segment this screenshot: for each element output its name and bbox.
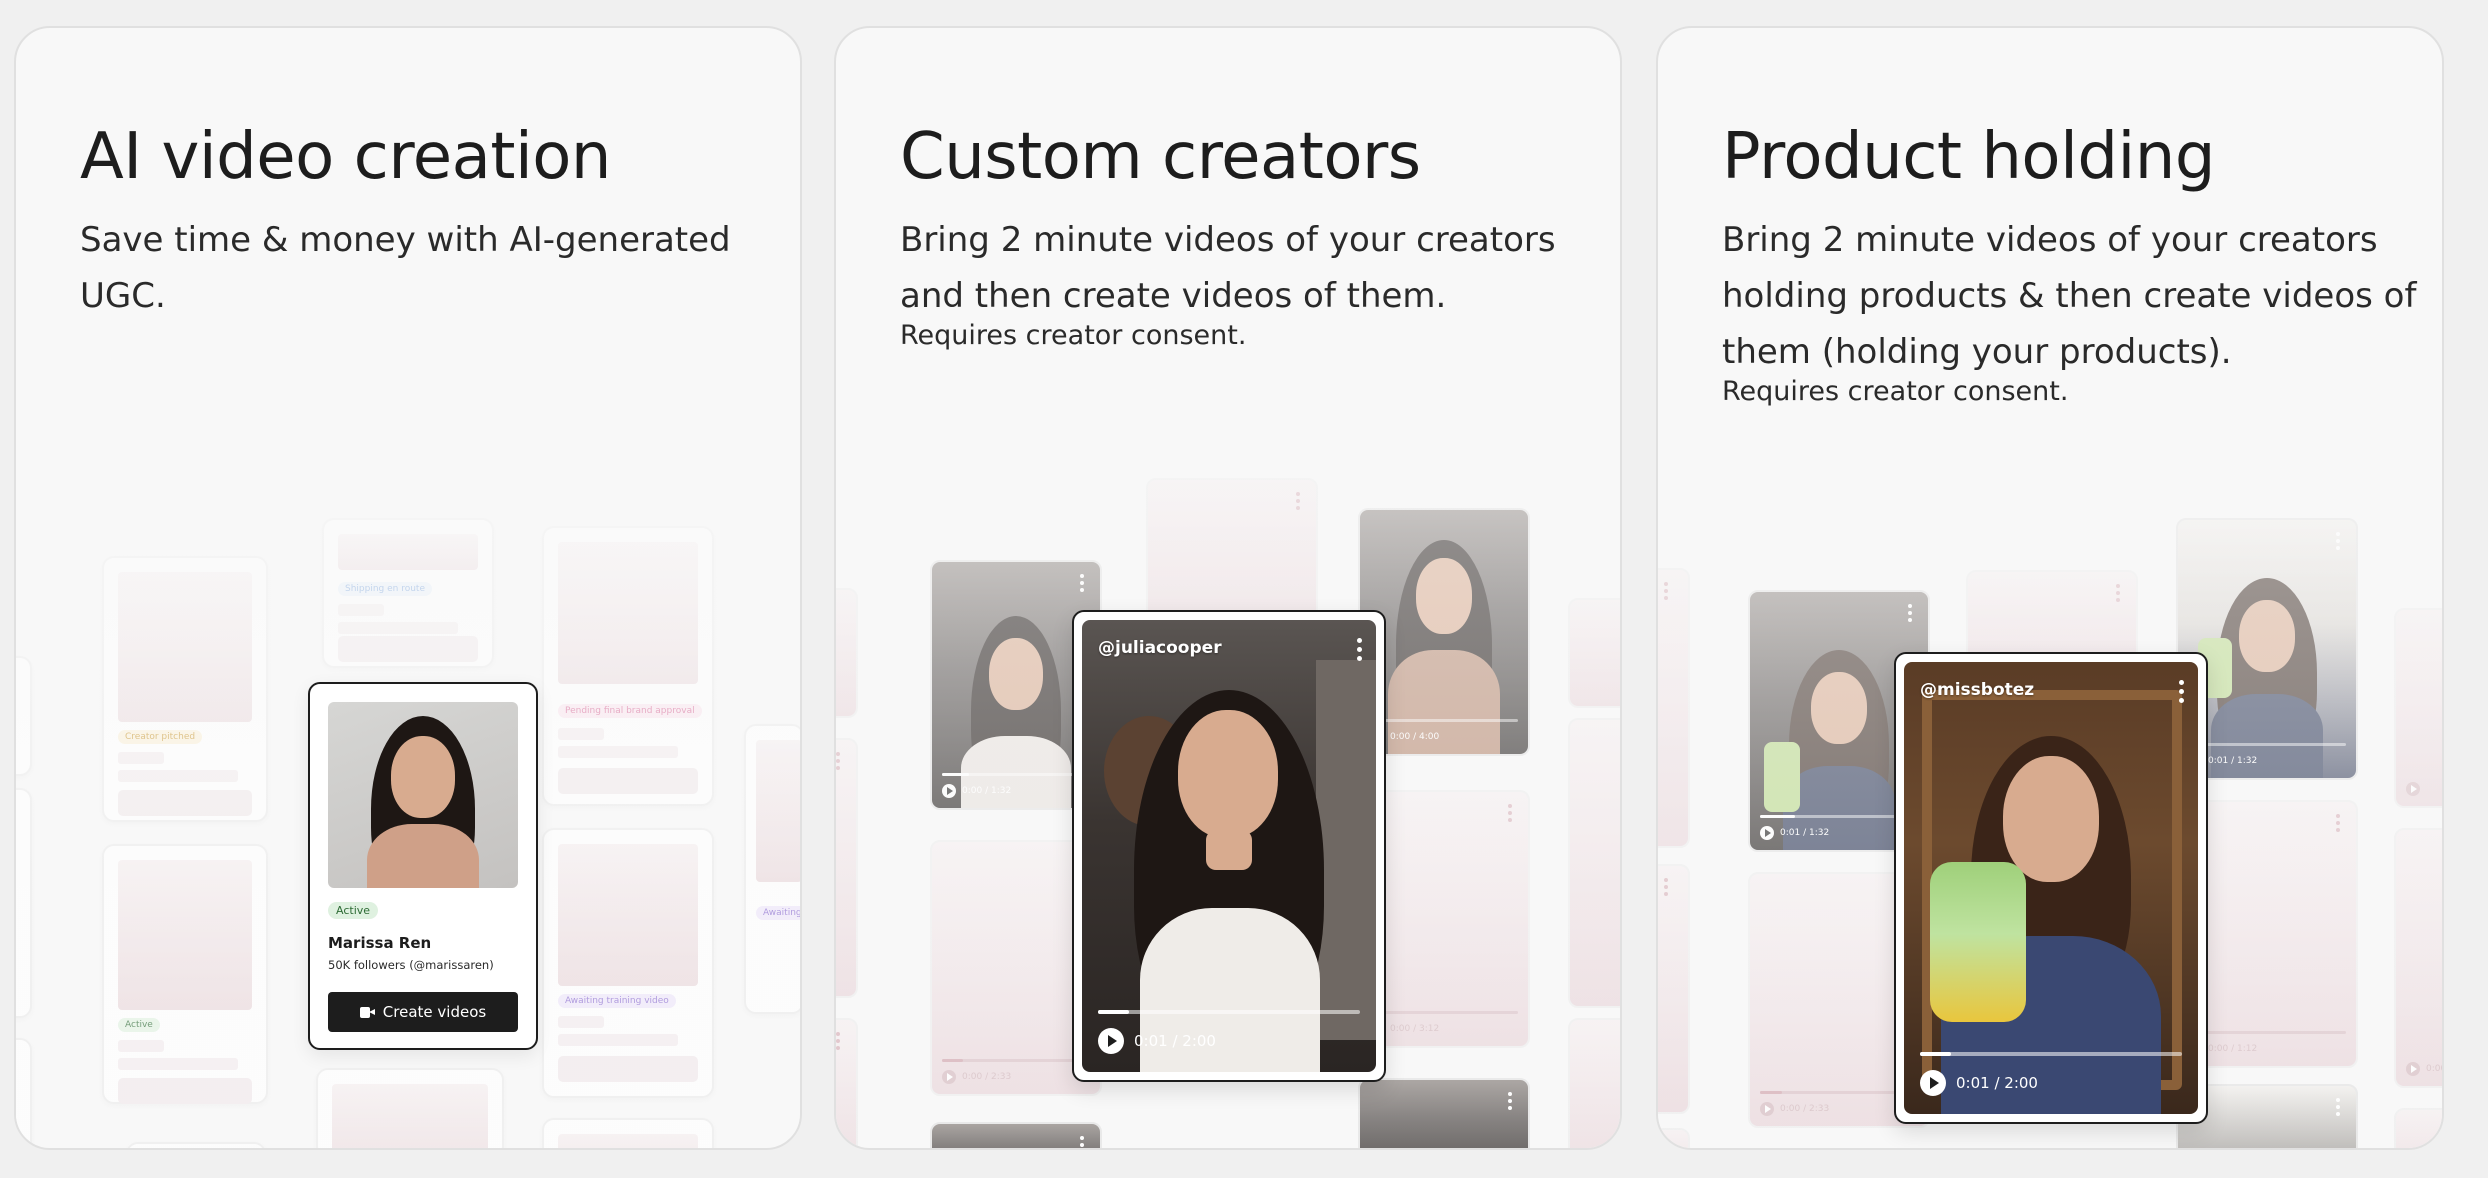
video-tile (1568, 718, 1620, 1008)
background-creator-tile: Creator pitched (102, 556, 268, 822)
card-description: Save time & money with AI-generated UGC. (80, 220, 731, 316)
more-options-icon[interactable] (2179, 680, 2184, 703)
card-title: Product holding (1722, 120, 2215, 194)
card-title: Custom creators (900, 120, 1421, 194)
video-tile[interactable] (930, 1122, 1102, 1148)
progress-bar[interactable] (1920, 1052, 2182, 1056)
video-tile (1568, 1018, 1620, 1148)
status-badge: Shipping en route (338, 582, 433, 596)
play-icon[interactable] (1098, 1028, 1124, 1054)
play-icon[interactable] (942, 784, 956, 798)
play-icon[interactable] (2406, 782, 2420, 796)
card-description: Bring 2 minute videos of your creators a… (900, 220, 1556, 316)
video-tile (1658, 568, 1690, 848)
background-creator-tile: Awaiting (744, 724, 800, 1014)
progress-bar[interactable] (1098, 1010, 1360, 1014)
feature-card-product-holding: Product holding Bring 2 minute videos of… (1656, 26, 2444, 1150)
playback-time: 0:01 / 2:00 (1956, 1074, 2038, 1092)
play-icon[interactable] (942, 1070, 956, 1084)
video-camera-icon (359, 1006, 375, 1018)
status-badge: Awaiting training video (558, 994, 676, 1008)
feature-card-ai-video: AI video creation Save time & money with… (14, 26, 802, 1150)
play-icon[interactable] (1920, 1070, 1946, 1096)
card-title: AI video creation (80, 120, 611, 194)
background-creator-tile (316, 1068, 504, 1148)
status-badge: Active (118, 1018, 160, 1032)
card-description: Bring 2 minute videos of your creators h… (1722, 220, 2417, 372)
creator-profile-card[interactable]: Active Marissa Ren 50K followers (@maris… (308, 682, 538, 1050)
playback-time: 0:01 / 2:00 (1134, 1032, 1216, 1050)
background-creator-tile (542, 1118, 714, 1148)
video-tile: 0:00 (2394, 828, 2442, 1088)
card-note: Requires creator consent. (900, 320, 1247, 351)
creator-name: Marissa Ren (328, 934, 432, 952)
background-creator-tile (16, 656, 32, 776)
background-creator-tile (16, 788, 32, 1018)
video-tile (2394, 608, 2442, 808)
video-tile (836, 1018, 858, 1148)
create-videos-button[interactable]: Create videos (328, 992, 518, 1032)
play-icon[interactable] (2406, 1062, 2420, 1076)
creator-handle: @missbotez (1920, 680, 2035, 700)
background-creator-tile: Shipping en route (322, 518, 494, 668)
video-tile (836, 588, 858, 718)
more-options-icon[interactable] (1357, 638, 1362, 661)
create-videos-label: Create videos (382, 1003, 487, 1021)
creator-photo (328, 702, 518, 888)
status-badge: Pending final brand approval (558, 704, 702, 718)
feature-card-custom-creators: Custom creators Bring 2 minute videos of… (834, 26, 1622, 1150)
creator-followers: 50K followers (@marissaren) (328, 958, 494, 972)
status-badge: Creator pitched (118, 730, 203, 744)
background-creator-tile: Awaiting training video (542, 828, 714, 1098)
creator-handle: @juliacooper (1098, 638, 1222, 658)
video-tile[interactable] (1358, 1078, 1530, 1148)
background-creator-tile: Active (102, 844, 268, 1104)
background-creator-tile (16, 1038, 32, 1148)
status-badge: Active (328, 902, 379, 919)
play-icon[interactable] (1760, 826, 1774, 840)
video-tile (1658, 1128, 1690, 1148)
status-badge: Awaiting (756, 906, 800, 920)
featured-video-player[interactable]: @juliacooper 0:01 / 2:00 (1072, 610, 1386, 1082)
background-creator-tile: Pending final brand approval (542, 526, 714, 806)
background-creator-tile (126, 1142, 266, 1148)
card-note: Requires creator consent. (1722, 376, 2069, 407)
video-tile (2394, 1108, 2442, 1148)
play-icon[interactable] (1760, 1102, 1774, 1116)
video-tile (1658, 864, 1690, 1114)
featured-video-player[interactable]: @missbotez 0:01 / 2:00 (1894, 652, 2208, 1124)
video-tile (836, 738, 858, 998)
video-tile (1568, 598, 1620, 708)
